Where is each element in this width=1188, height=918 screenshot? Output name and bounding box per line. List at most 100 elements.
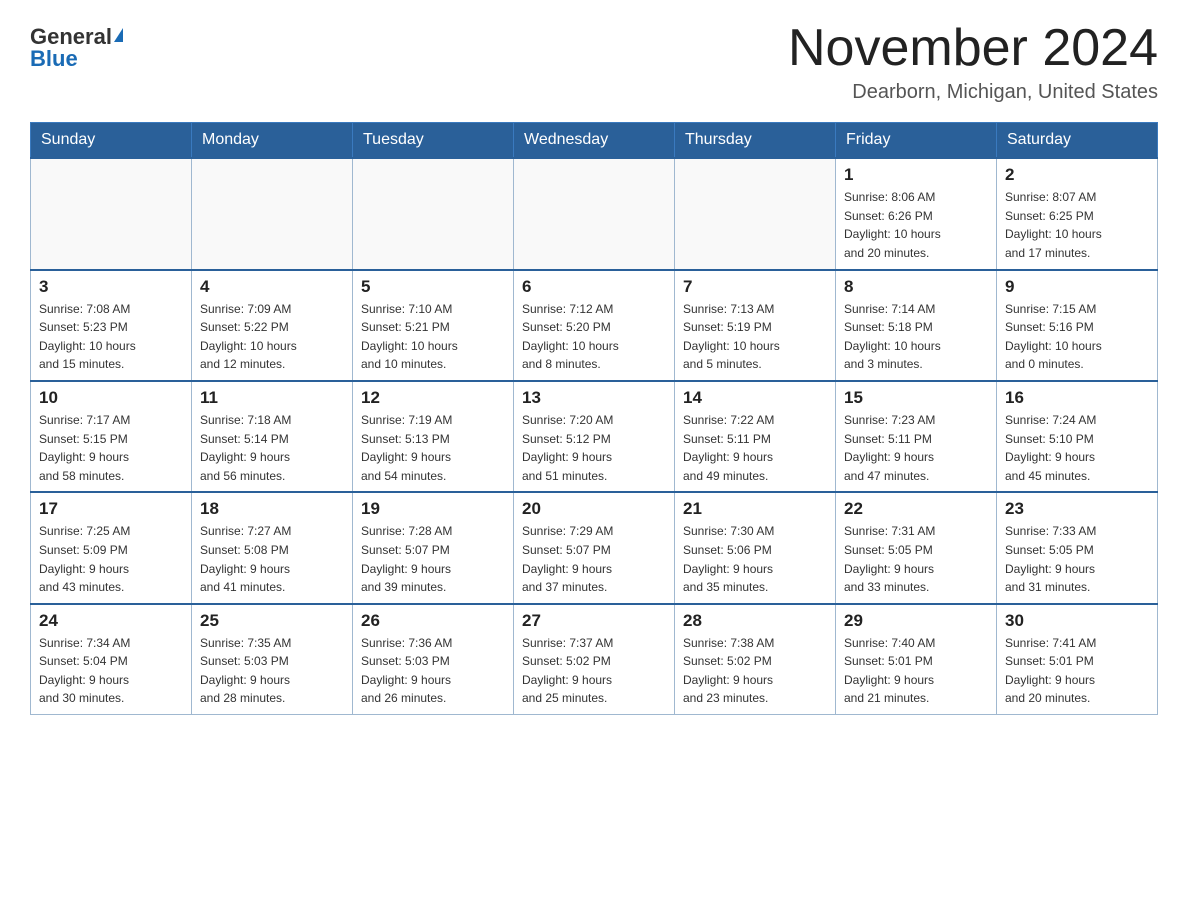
logo-triangle-icon xyxy=(114,28,123,42)
week-row-5: 24Sunrise: 7:34 AMSunset: 5:04 PMDayligh… xyxy=(31,604,1158,715)
day-info: Sunrise: 7:38 AMSunset: 5:02 PMDaylight:… xyxy=(683,634,827,708)
day-info: Sunrise: 7:40 AMSunset: 5:01 PMDaylight:… xyxy=(844,634,988,708)
day-number: 3 xyxy=(39,277,183,297)
day-cell-4-1: 25 Sunrise: 7:35 AMSunset: 5:03 PMDayligh… xyxy=(192,604,353,715)
day-number: 23 xyxy=(1005,499,1149,519)
day-number: 5 xyxy=(361,277,505,297)
day-number: 13 xyxy=(522,388,666,408)
header-sunday: Sunday xyxy=(31,123,192,159)
day-info: Sunrise: 7:29 AMSunset: 5:07 PMDaylight:… xyxy=(522,522,666,596)
day-info: Sunrise: 7:22 AMSunset: 5:11 PMDaylight:… xyxy=(683,411,827,485)
day-cell-4-0: 24Sunrise: 7:34 AMSunset: 5:04 PMDayligh… xyxy=(31,604,192,715)
day-info: Sunrise: 7:13 AMSunset: 5:19 PMDaylight:… xyxy=(683,300,827,374)
day-info: Sunrise: 7:19 AMSunset: 5:13 PMDaylight:… xyxy=(361,411,505,485)
day-info: Sunrise: 7:17 AMSunset: 5:15 PMDaylight:… xyxy=(39,411,183,485)
day-cell-1-1: 4 Sunrise: 7:09 AMSunset: 5:22 PMDaylight… xyxy=(192,270,353,381)
day-info: Sunrise: 7:41 AMSunset: 5:01 PMDaylight:… xyxy=(1005,634,1149,708)
day-info: Sunrise: 7:27 AMSunset: 5:08 PMDaylight:… xyxy=(200,522,344,596)
day-cell-0-4 xyxy=(675,158,836,269)
day-cell-2-4: 14 Sunrise: 7:22 AMSunset: 5:11 PMDayligh… xyxy=(675,381,836,492)
day-info: Sunrise: 8:06 AMSunset: 6:26 PMDaylight:… xyxy=(844,188,988,262)
day-info: Sunrise: 7:31 AMSunset: 5:05 PMDaylight:… xyxy=(844,522,988,596)
day-info: Sunrise: 7:35 AMSunset: 5:03 PMDaylight:… xyxy=(200,634,344,708)
day-info: Sunrise: 7:28 AMSunset: 5:07 PMDaylight:… xyxy=(361,522,505,596)
day-info: Sunrise: 7:23 AMSunset: 5:11 PMDaylight:… xyxy=(844,411,988,485)
day-cell-3-4: 21 Sunrise: 7:30 AMSunset: 5:06 PMDayligh… xyxy=(675,492,836,603)
day-cell-1-2: 5 Sunrise: 7:10 AMSunset: 5:21 PMDaylight… xyxy=(353,270,514,381)
day-cell-3-0: 17Sunrise: 7:25 AMSunset: 5:09 PMDayligh… xyxy=(31,492,192,603)
day-number: 22 xyxy=(844,499,988,519)
day-number: 18 xyxy=(200,499,344,519)
day-info: Sunrise: 7:18 AMSunset: 5:14 PMDaylight:… xyxy=(200,411,344,485)
day-number: 11 xyxy=(200,388,344,408)
day-info: Sunrise: 7:24 AMSunset: 5:10 PMDaylight:… xyxy=(1005,411,1149,485)
day-cell-4-4: 28 Sunrise: 7:38 AMSunset: 5:02 PMDayligh… xyxy=(675,604,836,715)
day-info: Sunrise: 7:36 AMSunset: 5:03 PMDaylight:… xyxy=(361,634,505,708)
day-info: Sunrise: 7:30 AMSunset: 5:06 PMDaylight:… xyxy=(683,522,827,596)
day-info: Sunrise: 7:37 AMSunset: 5:02 PMDaylight:… xyxy=(522,634,666,708)
day-cell-1-0: 3 Sunrise: 7:08 AMSunset: 5:23 PMDaylight… xyxy=(31,270,192,381)
day-number: 21 xyxy=(683,499,827,519)
day-number: 24 xyxy=(39,611,183,631)
day-number: 14 xyxy=(683,388,827,408)
day-cell-2-0: 10Sunrise: 7:17 AMSunset: 5:15 PMDayligh… xyxy=(31,381,192,492)
day-info: Sunrise: 8:07 AMSunset: 6:25 PMDaylight:… xyxy=(1005,188,1149,262)
day-number: 4 xyxy=(200,277,344,297)
header-saturday: Saturday xyxy=(997,123,1158,159)
logo-blue: Blue xyxy=(30,48,78,70)
day-cell-3-5: 22 Sunrise: 7:31 AMSunset: 5:05 PMDayligh… xyxy=(836,492,997,603)
day-info: Sunrise: 7:33 AMSunset: 5:05 PMDaylight:… xyxy=(1005,522,1149,596)
header-tuesday: Tuesday xyxy=(353,123,514,159)
day-info: Sunrise: 7:08 AMSunset: 5:23 PMDaylight:… xyxy=(39,300,183,374)
day-cell-4-6: 30 Sunrise: 7:41 AMSunset: 5:01 PMDayligh… xyxy=(997,604,1158,715)
day-cell-1-3: 6 Sunrise: 7:12 AMSunset: 5:20 PMDaylight… xyxy=(514,270,675,381)
day-cell-2-1: 11 Sunrise: 7:18 AMSunset: 5:14 PMDayligh… xyxy=(192,381,353,492)
calendar-table: Sunday Monday Tuesday Wednesday Thursday… xyxy=(30,122,1158,715)
header-monday: Monday xyxy=(192,123,353,159)
week-row-4: 17Sunrise: 7:25 AMSunset: 5:09 PMDayligh… xyxy=(31,492,1158,603)
day-number: 6 xyxy=(522,277,666,297)
day-cell-0-5: 1Sunrise: 8:06 AMSunset: 6:26 PMDaylight… xyxy=(836,158,997,269)
day-number: 30 xyxy=(1005,611,1149,631)
title-area: November 2024 Dearborn, Michigan, United… xyxy=(788,20,1158,104)
day-number: 2 xyxy=(1005,165,1149,185)
week-row-3: 10Sunrise: 7:17 AMSunset: 5:15 PMDayligh… xyxy=(31,381,1158,492)
header-thursday: Thursday xyxy=(675,123,836,159)
day-cell-1-4: 7 Sunrise: 7:13 AMSunset: 5:19 PMDaylight… xyxy=(675,270,836,381)
day-info: Sunrise: 7:12 AMSunset: 5:20 PMDaylight:… xyxy=(522,300,666,374)
day-number: 8 xyxy=(844,277,988,297)
day-info: Sunrise: 7:14 AMSunset: 5:18 PMDaylight:… xyxy=(844,300,988,374)
day-cell-3-2: 19 Sunrise: 7:28 AMSunset: 5:07 PMDayligh… xyxy=(353,492,514,603)
day-cell-4-2: 26 Sunrise: 7:36 AMSunset: 5:03 PMDayligh… xyxy=(353,604,514,715)
day-cell-3-1: 18 Sunrise: 7:27 AMSunset: 5:08 PMDayligh… xyxy=(192,492,353,603)
day-number: 29 xyxy=(844,611,988,631)
day-info: Sunrise: 7:15 AMSunset: 5:16 PMDaylight:… xyxy=(1005,300,1149,374)
day-cell-4-3: 27Sunrise: 7:37 AMSunset: 5:02 PMDayligh… xyxy=(514,604,675,715)
day-number: 28 xyxy=(683,611,827,631)
weekday-header-row: Sunday Monday Tuesday Wednesday Thursday… xyxy=(31,123,1158,159)
day-cell-0-0 xyxy=(31,158,192,269)
day-number: 15 xyxy=(844,388,988,408)
week-row-1: 1Sunrise: 8:06 AMSunset: 6:26 PMDaylight… xyxy=(31,158,1158,269)
month-title: November 2024 xyxy=(788,20,1158,77)
day-cell-0-1 xyxy=(192,158,353,269)
day-cell-2-2: 12Sunrise: 7:19 AMSunset: 5:13 PMDayligh… xyxy=(353,381,514,492)
day-cell-3-6: 23 Sunrise: 7:33 AMSunset: 5:05 PMDayligh… xyxy=(997,492,1158,603)
day-number: 20 xyxy=(522,499,666,519)
day-number: 19 xyxy=(361,499,505,519)
day-number: 7 xyxy=(683,277,827,297)
header: General Blue November 2024 Dearborn, Mic… xyxy=(30,20,1158,104)
day-cell-2-6: 16 Sunrise: 7:24 AMSunset: 5:10 PMDayligh… xyxy=(997,381,1158,492)
day-info: Sunrise: 7:09 AMSunset: 5:22 PMDaylight:… xyxy=(200,300,344,374)
day-info: Sunrise: 7:10 AMSunset: 5:21 PMDaylight:… xyxy=(361,300,505,374)
day-number: 16 xyxy=(1005,388,1149,408)
day-cell-4-5: 29 Sunrise: 7:40 AMSunset: 5:01 PMDayligh… xyxy=(836,604,997,715)
logo-general: General xyxy=(30,26,123,48)
day-number: 26 xyxy=(361,611,505,631)
logo: General Blue xyxy=(30,20,123,70)
day-number: 17 xyxy=(39,499,183,519)
day-number: 25 xyxy=(200,611,344,631)
day-info: Sunrise: 7:20 AMSunset: 5:12 PMDaylight:… xyxy=(522,411,666,485)
day-cell-0-2 xyxy=(353,158,514,269)
day-cell-1-5: 8 Sunrise: 7:14 AMSunset: 5:18 PMDaylight… xyxy=(836,270,997,381)
